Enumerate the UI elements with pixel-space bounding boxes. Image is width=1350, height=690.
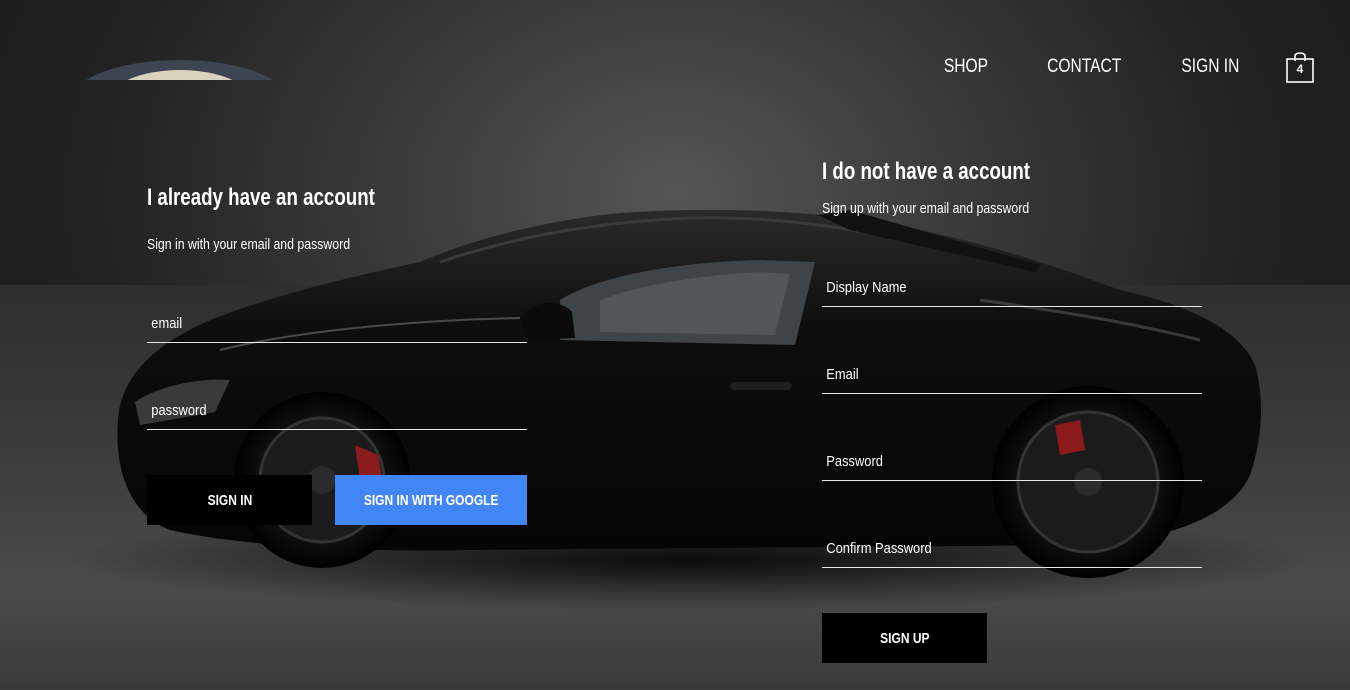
sign-up-email-input[interactable] bbox=[822, 357, 1149, 391]
sign-up-subtitle: Sign up with your email and password bbox=[822, 200, 1030, 217]
logo[interactable] bbox=[72, 60, 287, 80]
page: SHOP CONTACT SIGN IN 4 I already have an… bbox=[0, 0, 1350, 690]
sign-in-password-field bbox=[147, 393, 527, 430]
google-sign-in-button[interactable]: SIGN IN WITH GOOGLE bbox=[335, 475, 527, 525]
display-name-input[interactable] bbox=[822, 270, 1149, 304]
sign-up-button-label: SIGN UP bbox=[879, 629, 930, 647]
sign-in-button-label: SIGN IN bbox=[207, 491, 252, 509]
sign-in-title: I already have an account bbox=[147, 184, 375, 211]
sign-up-password-input[interactable] bbox=[822, 444, 1149, 478]
confirm-password-input[interactable] bbox=[822, 531, 1149, 565]
nav-shop-link[interactable]: SHOP bbox=[944, 56, 988, 78]
sign-in-password-input[interactable] bbox=[147, 393, 474, 427]
cart-button[interactable]: 4 bbox=[1286, 50, 1314, 84]
sign-up-button[interactable]: SIGN UP bbox=[822, 613, 987, 663]
sign-in-subtitle: Sign in with your email and password bbox=[147, 236, 351, 253]
confirm-password-field bbox=[822, 531, 1202, 568]
car-background-image bbox=[70, 209, 1310, 610]
sign-up-title: I do not have a account bbox=[822, 158, 1031, 185]
sign-up-email-field bbox=[822, 357, 1202, 394]
sign-up-password-field bbox=[822, 444, 1202, 481]
sign-in-email-field bbox=[147, 306, 527, 343]
nav-sign-in-link[interactable]: SIGN IN bbox=[1182, 56, 1240, 78]
sign-in-button[interactable]: SIGN IN bbox=[147, 475, 312, 525]
cart-count: 4 bbox=[1296, 62, 1304, 76]
top-nav: SHOP CONTACT SIGN IN 4 bbox=[939, 50, 1314, 84]
display-name-field bbox=[822, 270, 1202, 307]
nav-contact-link[interactable]: CONTACT bbox=[1047, 56, 1121, 78]
google-sign-in-button-label: SIGN IN WITH GOOGLE bbox=[363, 491, 499, 509]
sign-in-email-input[interactable] bbox=[147, 306, 474, 340]
